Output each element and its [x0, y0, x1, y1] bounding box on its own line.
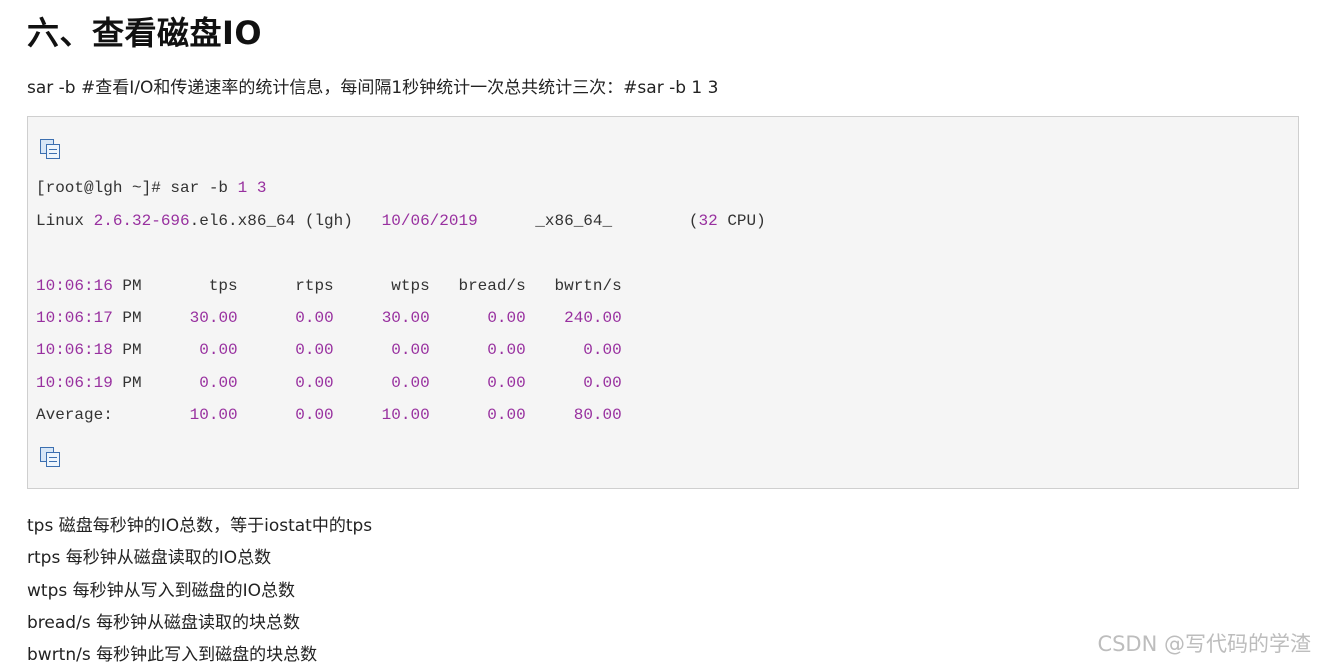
watermark: CSDN @写代码的学渣 — [1097, 632, 1311, 656]
command-line: [root@lgh ~]# sar -b 1 3 — [36, 179, 266, 197]
average-label: Average: — [36, 406, 113, 424]
code-content: [root@lgh ~]# sar -b 1 3 Linux 2.6.32-69… — [36, 117, 766, 424]
row-bread: 0.00 — [487, 341, 526, 359]
copy-code-icon[interactable] — [38, 445, 62, 467]
row-ampm: PM — [112, 309, 142, 327]
header-columns: PM tps rtps wtps bread/s bwrtn/s — [112, 277, 622, 295]
code-block: [root@lgh ~]# sar -b 1 3 Linux 2.6.32-69… — [27, 116, 1299, 489]
definition-tps: tps 磁盘每秒钟的IO总数，等于iostat中的tps — [27, 516, 373, 536]
row-rtps: 0.00 — [295, 309, 334, 327]
cpu-count: 32 — [698, 212, 718, 230]
row-time: 10:06:19 — [36, 374, 113, 392]
system-info-line: Linux 2.6.32-696.el6.x86_64 (lgh) 10/06/… — [36, 212, 766, 230]
report-date: 10/06/2019 — [381, 212, 478, 230]
average-bwrtn: 80.00 — [573, 406, 622, 424]
section-heading: 六、查看磁盘IO — [27, 14, 263, 52]
row-wtps: 30.00 — [381, 309, 430, 327]
row-time: 10:06:18 — [36, 341, 113, 359]
architecture: _x86_64_ ( — [477, 212, 699, 230]
row-time: 10:06:17 — [36, 309, 113, 327]
table-header-line: 10:06:16 PM tps rtps wtps bread/s bwrtn/… — [36, 277, 622, 295]
table-row: 10:06:19 PM 0.00 0.00 0.00 0.00 0.00 — [36, 374, 622, 392]
row-tps: 0.00 — [199, 341, 238, 359]
row-rtps: 0.00 — [295, 341, 334, 359]
row-wtps: 0.00 — [391, 341, 430, 359]
definition-bread: bread/s 每秒钟从磁盘读取的块总数 — [27, 613, 301, 633]
row-bwrtn: 0.00 — [583, 341, 622, 359]
table-row: 10:06:17 PM 30.00 0.00 30.00 0.00 240.00 — [36, 309, 622, 327]
row-bread: 0.00 — [487, 309, 526, 327]
definition-rtps: rtps 每秒钟从磁盘读取的IO总数 — [27, 548, 272, 568]
row-rtps: 0.00 — [295, 374, 334, 392]
kernel-suffix: .el6.x86_64 (lgh) — [189, 212, 382, 230]
cpu-label: CPU) — [717, 212, 766, 230]
average-tps: 10.00 — [189, 406, 238, 424]
os-name: Linux — [36, 212, 94, 230]
header-time: 10:06:16 — [36, 277, 113, 295]
definition-wtps: wtps 每秒钟从写入到磁盘的IO总数 — [27, 581, 296, 601]
row-ampm: PM — [112, 374, 142, 392]
row-tps: 0.00 — [199, 374, 238, 392]
command-args: 1 3 — [237, 179, 267, 197]
average-rtps: 0.00 — [295, 406, 334, 424]
intro-text: sar -b #查看I/O和传递速率的统计信息，每间隔1秒钟统计一次总共统计三次… — [27, 78, 719, 98]
row-bwrtn: 0.00 — [583, 374, 622, 392]
average-row: Average: 10.00 0.00 10.00 0.00 80.00 — [36, 406, 622, 424]
table-row: 10:06:18 PM 0.00 0.00 0.00 0.00 0.00 — [36, 341, 622, 359]
average-wtps: 10.00 — [381, 406, 430, 424]
row-bread: 0.00 — [487, 374, 526, 392]
row-ampm: PM — [112, 341, 142, 359]
definition-bwrtn: bwrtn/s 每秒钟此写入到磁盘的块总数 — [27, 645, 318, 665]
row-tps: 30.00 — [189, 309, 238, 327]
command-prompt: [root@lgh ~]# sar -b — [36, 179, 238, 197]
kernel-version: 2.6.32-696 — [93, 212, 190, 230]
average-bread: 0.00 — [487, 406, 526, 424]
row-bwrtn: 240.00 — [564, 309, 622, 327]
row-wtps: 0.00 — [391, 374, 430, 392]
